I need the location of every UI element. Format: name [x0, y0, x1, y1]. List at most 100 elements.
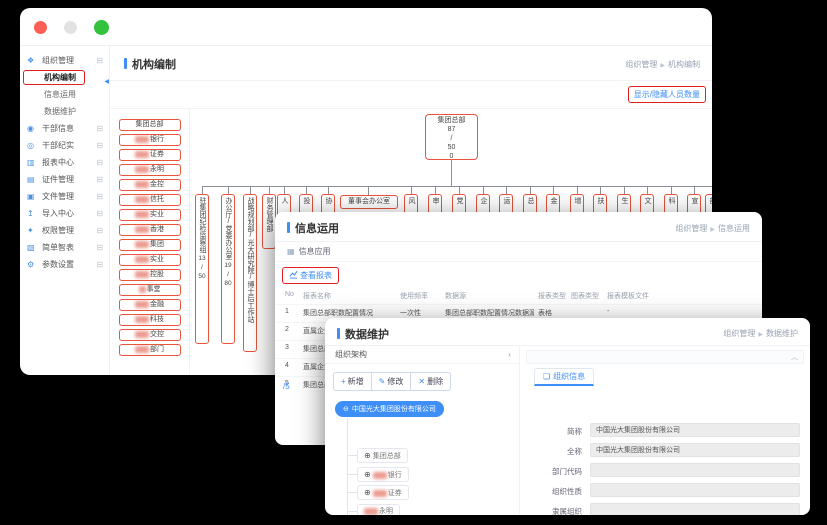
- breadcrumb-parent[interactable]: 组织管理: [723, 329, 755, 338]
- chart-root-count: /: [426, 134, 477, 143]
- tree-connector-line: [347, 474, 357, 475]
- sidebar-item-9[interactable]: ⚙参数设置⊟: [20, 256, 109, 273]
- 修改-button[interactable]: ✎修改: [372, 372, 412, 391]
- sidebar-item-3[interactable]: ▥报表中心⊟: [20, 154, 109, 171]
- form-input-组织性质[interactable]: [590, 483, 800, 497]
- sidebar-collapse-icon[interactable]: ⊟: [96, 154, 103, 171]
- sidebar-collapse-icon[interactable]: ⊟: [96, 120, 103, 137]
- sidebar-collapse-icon[interactable]: ⊟: [96, 52, 103, 69]
- chart-node-0[interactable]: 驻集团纪检监察组13/50: [195, 194, 209, 344]
- table-header-row: No报表名称使用频率数据源报表类型图表类型报表模板文件: [275, 288, 762, 304]
- sidebar-item-label: 权限管理: [42, 226, 74, 235]
- collapse-node-icon[interactable]: ⊖: [343, 406, 349, 413]
- collapse-up-icon[interactable]: ︿: [791, 352, 798, 362]
- chart-root-count: 87: [426, 125, 477, 134]
- breadcrumb-parent[interactable]: 组织管理: [675, 224, 707, 233]
- sidebar-item-4[interactable]: ▤证件管理⊟: [20, 171, 109, 188]
- sidebar-subitem-信息运用[interactable]: 信息运用: [20, 86, 109, 103]
- tree-node-2[interactable]: ⊕证券: [357, 485, 409, 500]
- chart-node-count: /: [227, 271, 229, 278]
- chart-node-3[interactable]: 财务管理部: [262, 194, 276, 249]
- tab-org-info[interactable]: ❏组织信息: [534, 368, 594, 386]
- sidebar-collapse-icon[interactable]: ⊟: [96, 171, 103, 188]
- form-input-隶属组织[interactable]: [590, 503, 800, 515]
- expand-icon[interactable]: ⊕: [364, 470, 371, 479]
- tree-connector-line: [347, 418, 348, 515]
- expand-icon[interactable]: ⊕: [364, 488, 371, 497]
- cell: 1: [285, 308, 289, 315]
- sidebar-item-7[interactable]: ✦权限管理⊟: [20, 222, 109, 239]
- form-input-全称[interactable]: [590, 443, 800, 457]
- doc-icon: ❏: [543, 372, 550, 381]
- tree-node-3[interactable]: 永明: [357, 504, 400, 515]
- sidebar-item-2[interactable]: ◎干部纪实⊟: [20, 137, 109, 154]
- form-label: 全称: [520, 446, 582, 457]
- 删除-button[interactable]: ✕删除: [411, 372, 451, 391]
- tree-connector-line: [347, 455, 357, 456]
- chart-node-label: 宣: [688, 197, 700, 204]
- page-title: 信息运用: [287, 220, 339, 236]
- sidebar-collapse-icon[interactable]: ⊟: [96, 256, 103, 273]
- chart-node-2[interactable]: 战略规划部/光大研究院/博士后工作站: [243, 194, 257, 352]
- form-label: 简称: [520, 426, 582, 437]
- sidebar-collapse-icon[interactable]: ⊟: [96, 188, 103, 205]
- sidebar-item-5[interactable]: ▣文件管理⊟: [20, 188, 109, 205]
- tree-node-1[interactable]: ⊕银行: [357, 467, 409, 482]
- window-minimize-dot[interactable]: [64, 21, 77, 34]
- sidebar-collapse-icon[interactable]: ⊟: [96, 222, 103, 239]
- pagination[interactable]: /5: [283, 382, 290, 391]
- sidebar-subitem-机构编制[interactable]: 机构编制◀: [20, 69, 109, 86]
- breadcrumb-sep-icon: ▶: [660, 63, 665, 69]
- 新增-button[interactable]: +新增: [333, 372, 372, 391]
- sidebar-item-8[interactable]: ▧简单智表⊟: [20, 239, 109, 256]
- detail-toolbar-strip: ︿: [526, 350, 804, 364]
- redacted-text: [373, 490, 387, 497]
- form-label: 组织性质: [520, 486, 582, 497]
- window-close-dot[interactable]: [34, 21, 47, 34]
- cell: 集团总部职数配置情况数据源: [445, 308, 534, 318]
- redacted-text: [364, 508, 378, 515]
- toggle-hidden-count-button[interactable]: 显示/隐藏人员数量: [628, 86, 706, 103]
- chart-connector-line: [451, 160, 452, 186]
- sidebar-item-1[interactable]: ◉干部信息⊟: [20, 120, 109, 137]
- sidebar-item-6[interactable]: ↥导入中心⊟: [20, 205, 109, 222]
- sidebar-collapse-icon[interactable]: ⊟: [96, 205, 103, 222]
- org-page-header: 机构编制 组织管理▶机构编制: [110, 46, 712, 81]
- cell: 集团总部职数配置情况: [303, 308, 373, 318]
- chart-node-label: 党: [453, 197, 465, 204]
- org-toolbar: 显示/隐藏人员数量: [110, 81, 712, 109]
- sidebar-subitem-数据维护[interactable]: 数据维护: [20, 103, 109, 120]
- sidebar-item-label: 简单智表: [42, 243, 74, 252]
- breadcrumb-sep-icon: ▶: [758, 332, 763, 338]
- breadcrumb-sep-icon: ▶: [710, 227, 715, 233]
- collapse-left-icon[interactable]: ‹: [508, 346, 511, 364]
- sidebar-collapse-icon[interactable]: ⊟: [96, 239, 103, 256]
- chart-node-count: 19: [224, 262, 231, 269]
- redacted-text: [373, 472, 387, 479]
- annotation-box: [23, 70, 85, 85]
- chart-node-7[interactable]: 董事会办公室: [340, 195, 398, 209]
- expand-icon[interactable]: ⊕: [364, 451, 371, 460]
- view-report-button[interactable]: 查看报表: [282, 267, 339, 284]
- chart-node-label: 企: [477, 197, 489, 204]
- cell: 3: [285, 344, 289, 351]
- page-title: 数据维护: [337, 326, 389, 342]
- sidebar-subitem-label: 数据维护: [44, 107, 76, 116]
- sidebar-item-0[interactable]: ❖组织管理⊟: [20, 52, 109, 69]
- chart-root-node[interactable]: 集团总部87/500: [425, 114, 478, 160]
- chart-node-label: 投: [300, 197, 312, 204]
- window-maximize-dot[interactable]: [94, 20, 109, 35]
- cell: 4: [285, 362, 289, 369]
- chart-node-1[interactable]: 办公厅/党委办公室19/80: [221, 194, 235, 344]
- chart-node-label: 文: [641, 197, 653, 204]
- form-input-部门代码[interactable]: [590, 463, 800, 477]
- sidebar-collapse-icon[interactable]: ⊟: [96, 137, 103, 154]
- chart-node-label: 风: [405, 197, 417, 204]
- globe-icon: ◉: [27, 120, 34, 137]
- form-input-简称[interactable]: [590, 423, 800, 437]
- tree-node-0[interactable]: ⊕集团总部: [357, 448, 408, 463]
- breadcrumb-parent[interactable]: 组织管理: [625, 60, 657, 69]
- chart-node-label: 办公厅/党委办公室: [222, 197, 234, 260]
- col-header-2: 使用频率: [400, 291, 428, 301]
- tree-root-node[interactable]: ⊖中国光大集团股份有限公司: [335, 401, 444, 417]
